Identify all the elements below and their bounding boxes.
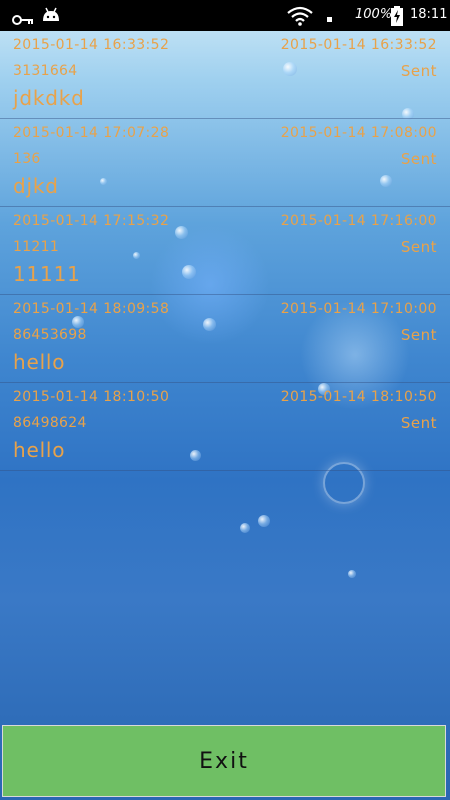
receive-time: 2015-01-14 16:33:52 (280, 37, 437, 53)
message-body: 11111 (13, 262, 81, 286)
list-item[interactable]: 2015-01-14 18:10:50 2015-01-14 18:10:50 … (0, 383, 450, 471)
phone-number: 86498624 (13, 415, 87, 431)
bubble-decoration (240, 523, 250, 533)
bubble-decoration (258, 515, 270, 527)
status-label: Sent (400, 414, 437, 432)
receive-time: 2015-01-14 17:08:00 (280, 125, 437, 141)
phone-number: 11211 (13, 239, 60, 255)
list-item[interactable]: 2015-01-14 17:07:28 2015-01-14 17:08:00 … (0, 119, 450, 207)
receive-time: 2015-01-14 18:10:50 (280, 389, 437, 405)
status-label: Sent (400, 150, 437, 168)
exit-button[interactable]: Exit (2, 725, 446, 797)
battery-charging-icon (390, 6, 404, 30)
key-icon (12, 10, 34, 29)
message-body: djkd (13, 174, 59, 198)
phone-number: 3131664 (13, 63, 78, 79)
send-time: 2015-01-14 18:09:58 (13, 301, 170, 317)
send-time: 2015-01-14 17:07:28 (13, 125, 170, 141)
status-label: Sent (400, 62, 437, 80)
send-time: 2015-01-14 16:33:52 (13, 37, 170, 53)
receive-time: 2015-01-14 17:16:00 (280, 213, 437, 229)
message-list[interactable]: 2015-01-14 16:33:52 2015-01-14 16:33:52 … (0, 31, 450, 471)
wifi-icon (287, 6, 313, 30)
receive-time: 2015-01-14 17:10:00 (280, 301, 437, 317)
notification-dot-icon (327, 17, 332, 22)
status-label: Sent (400, 326, 437, 344)
status-bar: 100% 18:11 (0, 0, 450, 31)
list-item[interactable]: 2015-01-14 17:15:32 2015-01-14 17:16:00 … (0, 207, 450, 295)
list-item[interactable]: 2015-01-14 16:33:52 2015-01-14 16:33:52 … (0, 31, 450, 119)
message-body: hello (13, 350, 66, 374)
clock: 18:11 (410, 7, 448, 22)
android-icon (41, 7, 61, 27)
send-time: 2015-01-14 17:15:32 (13, 213, 170, 229)
phone-number: 86453698 (13, 327, 87, 343)
list-item[interactable]: 2015-01-14 18:09:58 2015-01-14 17:10:00 … (0, 295, 450, 383)
message-body: hello (13, 438, 66, 462)
status-label: Sent (400, 238, 437, 256)
bubble-decoration (348, 570, 356, 578)
battery-percentage: 100% (355, 7, 393, 22)
phone-number: 136 (13, 151, 41, 167)
send-time: 2015-01-14 18:10:50 (13, 389, 170, 405)
message-body: jdkdkd (13, 86, 85, 110)
